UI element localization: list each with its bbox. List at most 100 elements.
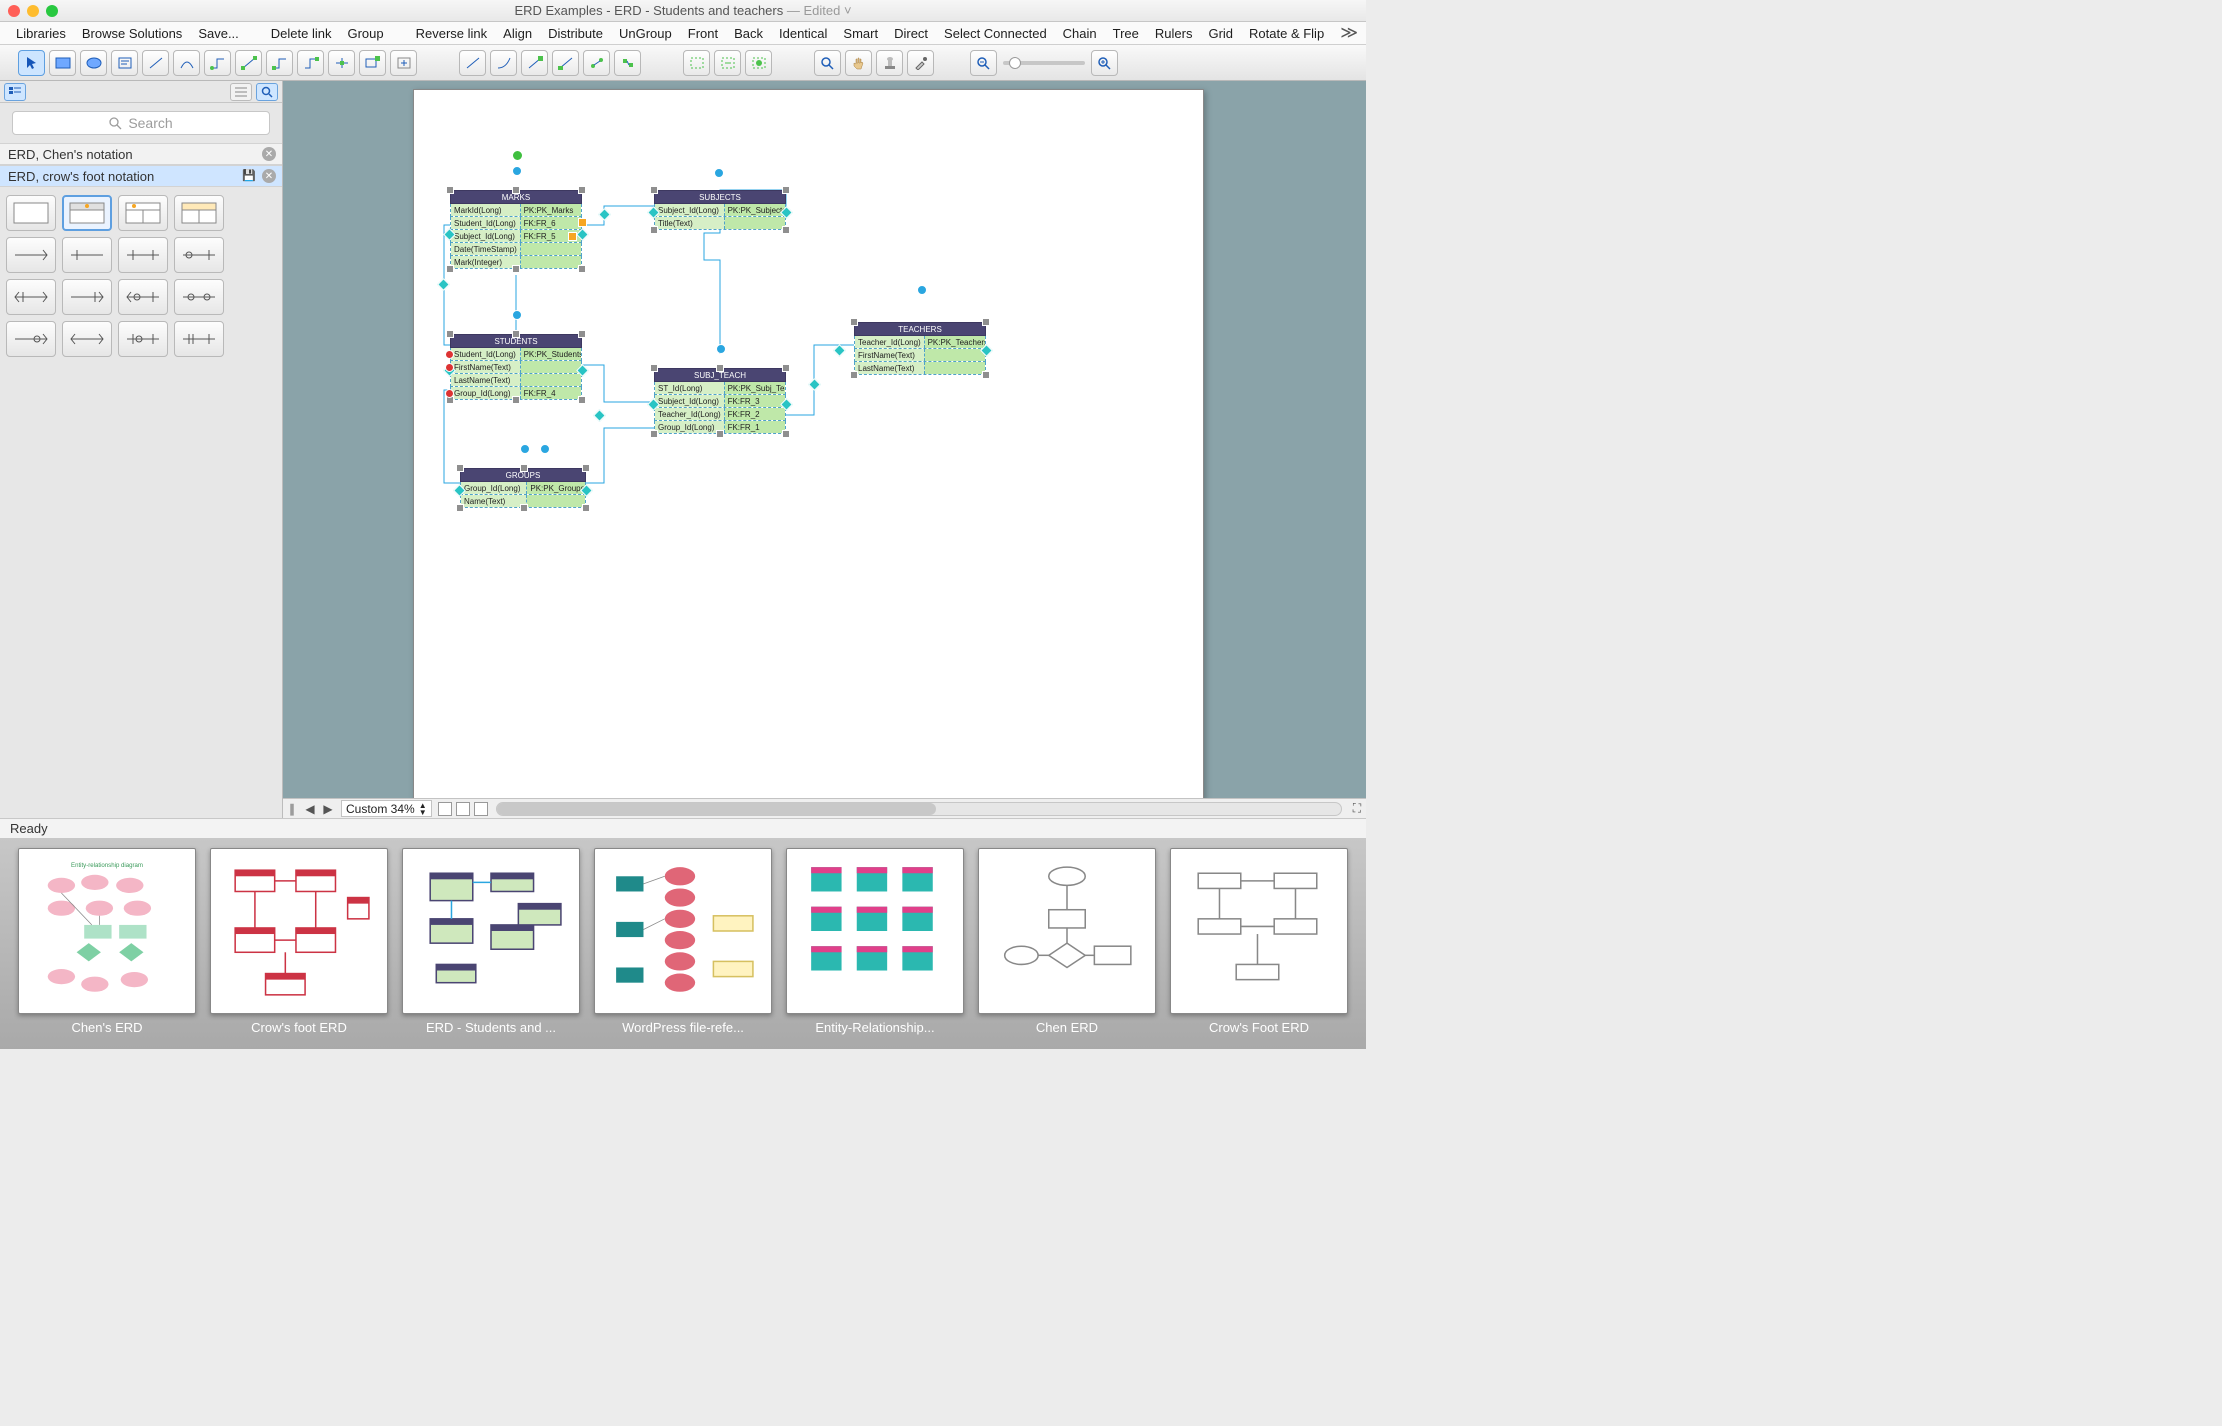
menu-identical[interactable]: Identical xyxy=(771,26,835,41)
tool-eyedropper[interactable] xyxy=(907,50,934,76)
tool-link-3[interactable] xyxy=(521,50,548,76)
lib-close-crowsfoot-icon[interactable]: ✕ xyxy=(262,169,276,183)
menu-direct[interactable]: Direct xyxy=(886,26,936,41)
thumb-students-teachers[interactable]: ERD - Students and ... xyxy=(402,848,580,1043)
conn-handle-icon[interactable] xyxy=(598,208,611,221)
shape-rel-3[interactable] xyxy=(118,237,168,273)
menu-reverse-link[interactable]: Reverse link xyxy=(408,26,496,41)
menu-tree[interactable]: Tree xyxy=(1105,26,1147,41)
conn-handle-icon[interactable] xyxy=(437,278,450,291)
sel-handle[interactable] xyxy=(714,168,724,178)
shape-rel-12[interactable] xyxy=(174,321,224,357)
h-scroll-thumb[interactable] xyxy=(497,803,936,815)
conn-handle-icon[interactable] xyxy=(808,378,821,391)
tool-conn-2[interactable] xyxy=(235,50,262,76)
zoom-track[interactable] xyxy=(1003,61,1085,65)
page-next-icon[interactable]: ▶ xyxy=(319,801,337,817)
thumb-wordpress[interactable]: WordPress file-refe... xyxy=(594,848,772,1043)
miniview-3[interactable] xyxy=(474,802,488,816)
thumb-crows-foot[interactable]: Crow's foot ERD xyxy=(210,848,388,1043)
menu-delete-link[interactable]: Delete link xyxy=(263,26,340,41)
tool-connector[interactable] xyxy=(204,50,231,76)
menu-select-connected[interactable]: Select Connected xyxy=(936,26,1055,41)
zoom-stepper-icon[interactable]: ▲▼ xyxy=(419,802,427,816)
group-handle-top-icon[interactable] xyxy=(512,150,523,161)
thumb-chen-erd[interactable]: Entity-relationship diagram Chen's ERD xyxy=(18,848,196,1043)
menu-smart[interactable]: Smart xyxy=(835,26,886,41)
menu-save[interactable]: Save... xyxy=(190,26,246,41)
shape-rel-7[interactable] xyxy=(118,279,168,315)
miniview-1[interactable] xyxy=(438,802,452,816)
tool-stamp[interactable] xyxy=(876,50,903,76)
shape-entity-4[interactable] xyxy=(174,195,224,231)
menu-browse-solutions[interactable]: Browse Solutions xyxy=(74,26,190,41)
tool-select-arrow[interactable] xyxy=(18,50,45,76)
tool-sel-3[interactable] xyxy=(745,50,772,76)
tool-conn-3[interactable] xyxy=(266,50,293,76)
menu-align[interactable]: Align xyxy=(495,26,540,41)
menu-group[interactable]: Group xyxy=(339,26,391,41)
lib-close-chen-icon[interactable]: ✕ xyxy=(262,147,276,161)
tool-conn-6[interactable] xyxy=(359,50,386,76)
lib-header-crowsfoot[interactable]: ERD, crow's foot notation 💾 ✕ xyxy=(0,165,282,187)
tool-zoom[interactable] xyxy=(814,50,841,76)
zoom-thumb[interactable] xyxy=(1009,57,1021,69)
miniview-2[interactable] xyxy=(456,802,470,816)
menu-front[interactable]: Front xyxy=(680,26,726,41)
menu-grid[interactable]: Grid xyxy=(1200,26,1241,41)
page-pause-icon[interactable]: ∥ xyxy=(283,801,301,817)
lib-header-chen[interactable]: ERD, Chen's notation ✕ xyxy=(0,143,282,165)
erd-table-subjteach[interactable]: SUBJ_TEACH ST_Id(Long)PK:PK_Subj_Teach S… xyxy=(654,368,786,434)
menu-libraries[interactable]: Libraries xyxy=(8,26,74,41)
lib-save-icon[interactable]: 💾 xyxy=(242,169,256,183)
sidebar-tab-list-icon[interactable] xyxy=(230,83,252,101)
tool-conn-5[interactable] xyxy=(328,50,355,76)
thumb-entity-relationship[interactable]: Entity-Relationship... xyxy=(786,848,964,1043)
zoom-level-select[interactable]: Custom 34% ▲▼ xyxy=(341,800,432,817)
tool-ellipse[interactable] xyxy=(80,50,107,76)
menu-overflow-icon[interactable]: ≫ xyxy=(1332,23,1366,43)
zoom-out-button[interactable] xyxy=(970,50,997,76)
tool-link-6[interactable] xyxy=(614,50,641,76)
sel-handle[interactable] xyxy=(917,285,927,295)
thumb-chen-erd-2[interactable]: Chen ERD xyxy=(978,848,1156,1043)
menu-chain[interactable]: Chain xyxy=(1055,26,1105,41)
tool-rectangle[interactable] xyxy=(49,50,76,76)
shape-rel-9[interactable] xyxy=(6,321,56,357)
tool-conn-4[interactable] xyxy=(297,50,324,76)
menu-back[interactable]: Back xyxy=(726,26,771,41)
title-chevron-icon[interactable]: ˅ xyxy=(840,3,851,18)
tool-sel-2[interactable] xyxy=(714,50,741,76)
conn-handle-icon[interactable] xyxy=(593,409,606,422)
shape-rel-10[interactable] xyxy=(62,321,112,357)
tool-text[interactable] xyxy=(111,50,138,76)
sidebar-tab-search-icon[interactable] xyxy=(256,83,278,101)
fit-view-icon[interactable]: ⛶ xyxy=(1348,801,1366,817)
erd-table-teachers[interactable]: TEACHERS Teacher_Id(Long)PK:PK_Teachers … xyxy=(854,322,986,375)
menu-rotate-flip[interactable]: Rotate & Flip xyxy=(1241,26,1332,41)
tool-line[interactable] xyxy=(142,50,169,76)
tool-pan[interactable] xyxy=(845,50,872,76)
thumb-crows-foot-2[interactable]: Crow's Foot ERD xyxy=(1170,848,1348,1043)
h-scrollbar[interactable] xyxy=(496,802,1342,816)
shape-entity-3[interactable] xyxy=(118,195,168,231)
tool-sel-1[interactable] xyxy=(683,50,710,76)
shape-rel-1[interactable] xyxy=(6,237,56,273)
shape-entity-2[interactable] xyxy=(62,195,112,231)
shape-rel-5[interactable] xyxy=(6,279,56,315)
shape-rel-4[interactable] xyxy=(174,237,224,273)
shape-rel-6[interactable] xyxy=(62,279,112,315)
zoom-in-button[interactable] xyxy=(1091,50,1118,76)
shape-entity-1[interactable] xyxy=(6,195,56,231)
shape-rel-8[interactable] xyxy=(174,279,224,315)
page-prev-icon[interactable]: ◀ xyxy=(301,801,319,817)
tool-link-1[interactable] xyxy=(459,50,486,76)
canvas-area[interactable]: MARKS MarkId(Long)PK:PK_Marks Student_Id… xyxy=(283,81,1366,798)
menu-distribute[interactable]: Distribute xyxy=(540,26,611,41)
tool-link-2[interactable] xyxy=(490,50,517,76)
shape-rel-2[interactable] xyxy=(62,237,112,273)
menu-rulers[interactable]: Rulers xyxy=(1147,26,1201,41)
tool-arc[interactable] xyxy=(173,50,200,76)
tool-link-4[interactable] xyxy=(552,50,579,76)
erd-table-students[interactable]: STUDENTS Student_Id(Long)PK:PK_Students … xyxy=(450,334,582,400)
